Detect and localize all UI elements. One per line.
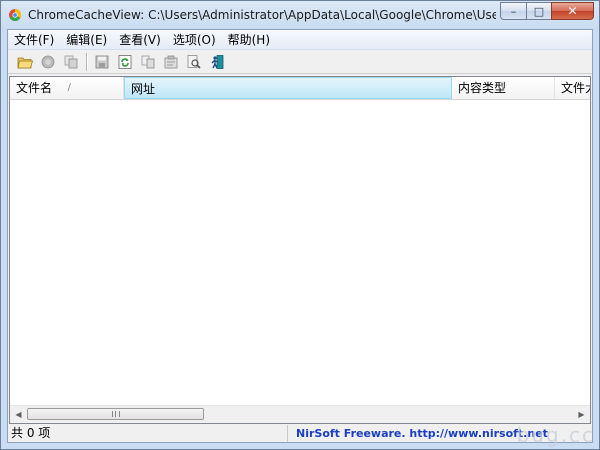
save-icon bbox=[95, 55, 109, 68]
minimize-button[interactable]: – bbox=[500, 2, 526, 20]
column-header-content-type[interactable]: 内容类型 bbox=[452, 77, 555, 99]
toolbar-separator bbox=[86, 52, 88, 71]
copy-files-icon bbox=[64, 55, 78, 68]
close-icon: ✕ bbox=[567, 4, 578, 18]
copy-files-button[interactable] bbox=[62, 53, 80, 71]
scroll-right-button[interactable]: ▶ bbox=[573, 406, 590, 423]
column-header-file-size[interactable]: 文件大小 bbox=[555, 77, 590, 99]
scrollbar-thumb[interactable] bbox=[27, 408, 204, 420]
window-title: ChromeCacheView: C:\Users\Administrator\… bbox=[28, 8, 496, 22]
column-header-url[interactable]: 网址 bbox=[124, 77, 452, 99]
maximize-icon: □ bbox=[533, 4, 545, 18]
open-folder-button[interactable] bbox=[16, 53, 34, 71]
list-body[interactable] bbox=[10, 100, 590, 403]
close-button[interactable]: ✕ bbox=[551, 2, 594, 20]
horizontal-scrollbar[interactable]: ◀ ▶ bbox=[10, 405, 590, 423]
column-label: 网址 bbox=[131, 82, 156, 96]
menu-edit[interactable]: 编辑(E) bbox=[60, 31, 113, 49]
minimize-icon: – bbox=[510, 4, 517, 18]
item-count: 共 0 项 bbox=[8, 425, 288, 442]
column-label: 内容类型 bbox=[458, 81, 507, 95]
refresh-button[interactable] bbox=[116, 53, 134, 71]
toolbar bbox=[8, 50, 592, 74]
exit-icon bbox=[211, 54, 224, 69]
status-bar: 共 0 项 NirSoft Freeware. http://www.nirso… bbox=[8, 425, 592, 442]
maximize-button[interactable]: □ bbox=[526, 2, 551, 20]
nirsoft-link[interactable]: NirSoft Freeware. http://www.nirsoft.net bbox=[288, 425, 548, 442]
menu-file[interactable]: 文件(F) bbox=[8, 31, 60, 49]
arrow-left-icon: ◀ bbox=[15, 410, 22, 419]
column-header-filename[interactable]: 文件名 / bbox=[10, 77, 124, 99]
sort-indicator-icon: / bbox=[67, 82, 71, 93]
menu-help[interactable]: 帮助(H) bbox=[222, 31, 276, 49]
cache-list-view[interactable]: 文件名 / 网址 内容类型 文件大小 ◀ bbox=[9, 76, 591, 424]
copy-icon bbox=[141, 55, 155, 68]
find-button[interactable] bbox=[185, 53, 203, 71]
menu-bar: 文件(F) 编辑(E) 查看(V) 选项(O) 帮助(H) bbox=[8, 30, 592, 50]
stop-button[interactable] bbox=[39, 53, 57, 71]
app-window: ChromeCacheView: C:\Users\Administrator\… bbox=[0, 0, 600, 450]
copy-button[interactable] bbox=[139, 53, 157, 71]
client-area: 文件(F) 编辑(E) 查看(V) 选项(O) 帮助(H) 文件名 / 网址 内… bbox=[7, 29, 593, 443]
window-controls: – □ ✕ bbox=[500, 2, 594, 21]
save-button[interactable] bbox=[93, 53, 111, 71]
properties-icon bbox=[164, 55, 178, 68]
refresh-icon bbox=[118, 54, 132, 69]
stop-icon bbox=[41, 55, 55, 68]
list-header: 文件名 / 网址 内容类型 文件大小 bbox=[10, 77, 590, 100]
arrow-right-icon: ▶ bbox=[578, 410, 585, 419]
properties-button[interactable] bbox=[162, 53, 180, 71]
exit-button[interactable] bbox=[208, 53, 226, 71]
menu-view[interactable]: 查看(V) bbox=[113, 31, 167, 49]
menu-options[interactable]: 选项(O) bbox=[167, 31, 222, 49]
title-bar[interactable]: ChromeCacheView: C:\Users\Administrator\… bbox=[1, 1, 599, 29]
chromecacheview-app-icon[interactable] bbox=[8, 7, 22, 22]
open-folder-icon bbox=[17, 57, 33, 68]
find-icon bbox=[187, 54, 201, 69]
grip-icon bbox=[112, 411, 120, 417]
column-label: 文件名 bbox=[16, 81, 53, 95]
column-label: 文件大小 bbox=[561, 81, 590, 95]
scroll-left-button[interactable]: ◀ bbox=[10, 406, 27, 423]
